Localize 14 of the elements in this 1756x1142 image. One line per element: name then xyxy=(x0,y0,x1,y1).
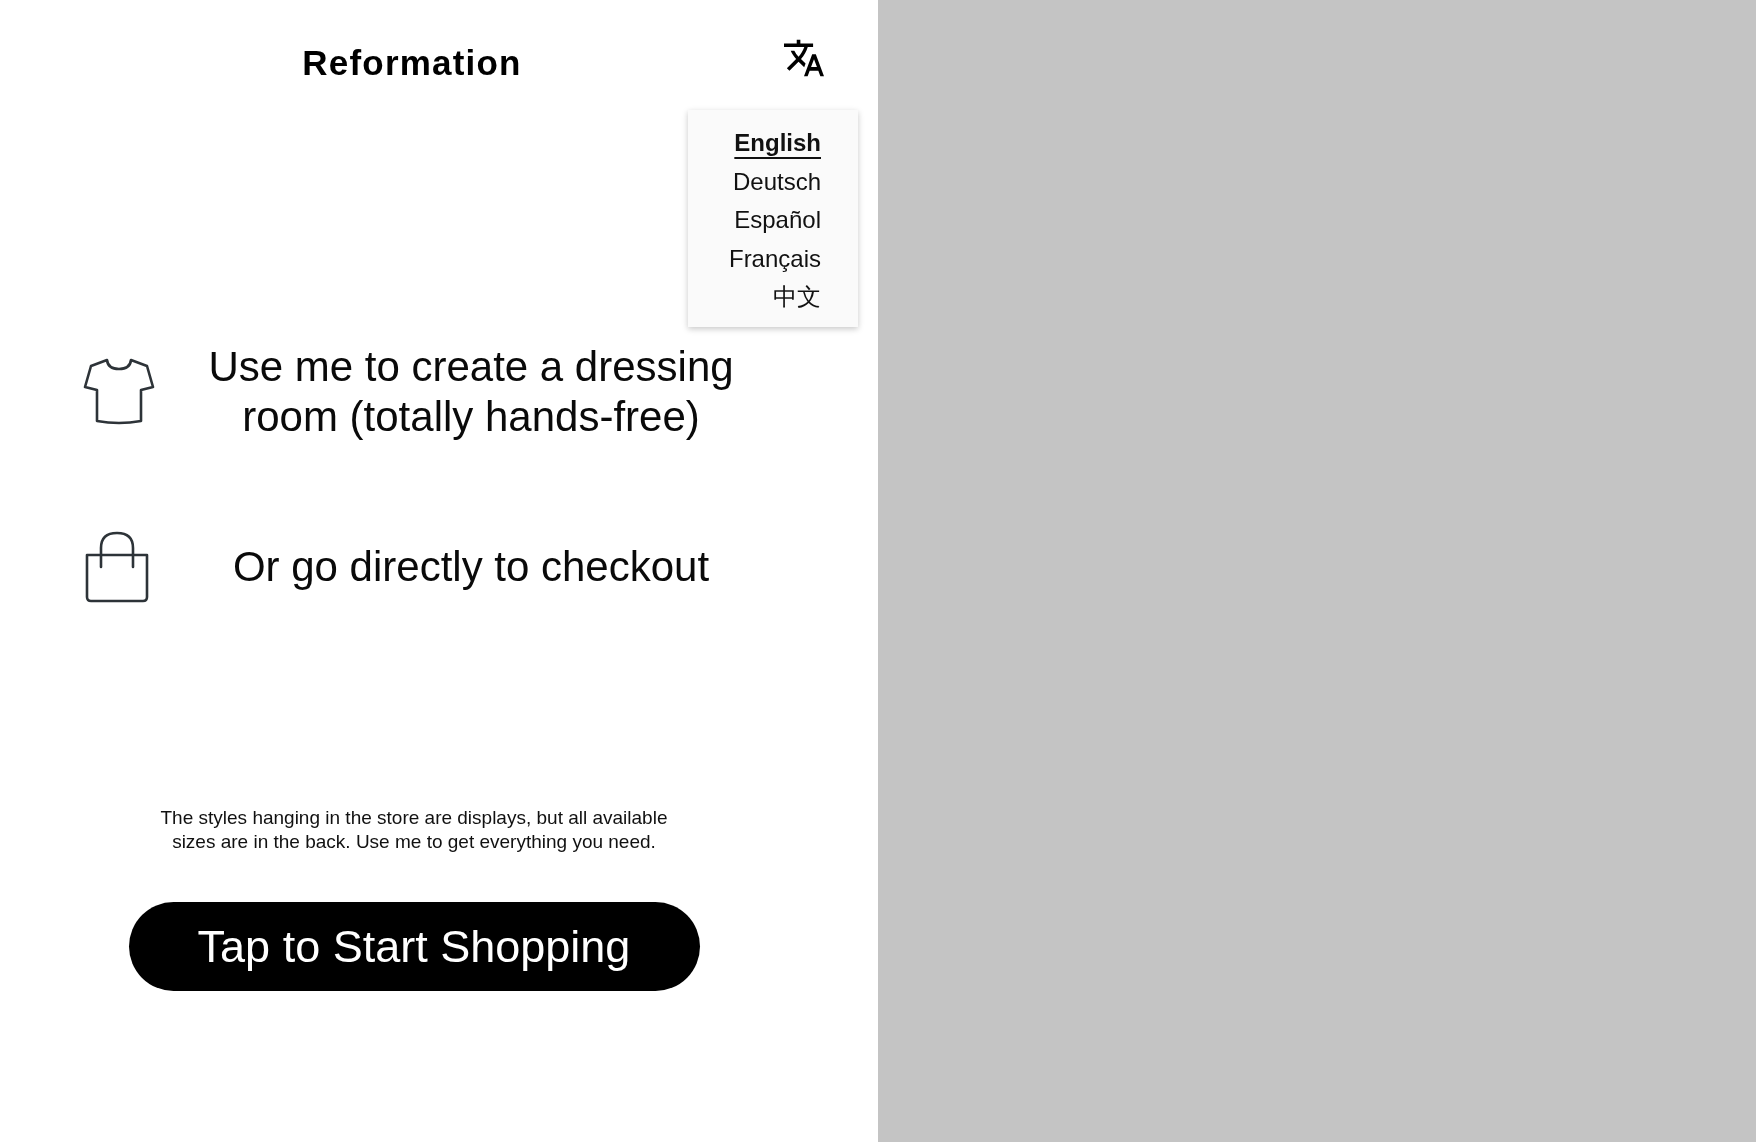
language-button[interactable] xyxy=(784,39,824,77)
language-option[interactable]: 中文 xyxy=(773,278,821,317)
language-option[interactable]: English xyxy=(734,124,821,163)
shopping-bag-icon xyxy=(83,531,151,603)
language-option[interactable]: Español xyxy=(734,201,821,240)
feature-text: Use me to create a dressing room (totally hands-free) xyxy=(207,342,735,442)
start-shopping-button[interactable]: Tap to Start Shopping xyxy=(128,902,700,991)
language-option[interactable]: Français xyxy=(728,239,821,278)
t-shirt-icon xyxy=(83,357,155,427)
translate-icon xyxy=(784,39,824,77)
logo-wordmark: Reformation xyxy=(302,42,522,83)
feature-text: Or go directly to checkout xyxy=(231,542,711,592)
info-text: The styles hanging in the store are displays, but all available sizes are in the back. Use me to get everything you need. xyxy=(159,806,669,853)
language-option[interactable]: Deutsch xyxy=(732,162,821,201)
